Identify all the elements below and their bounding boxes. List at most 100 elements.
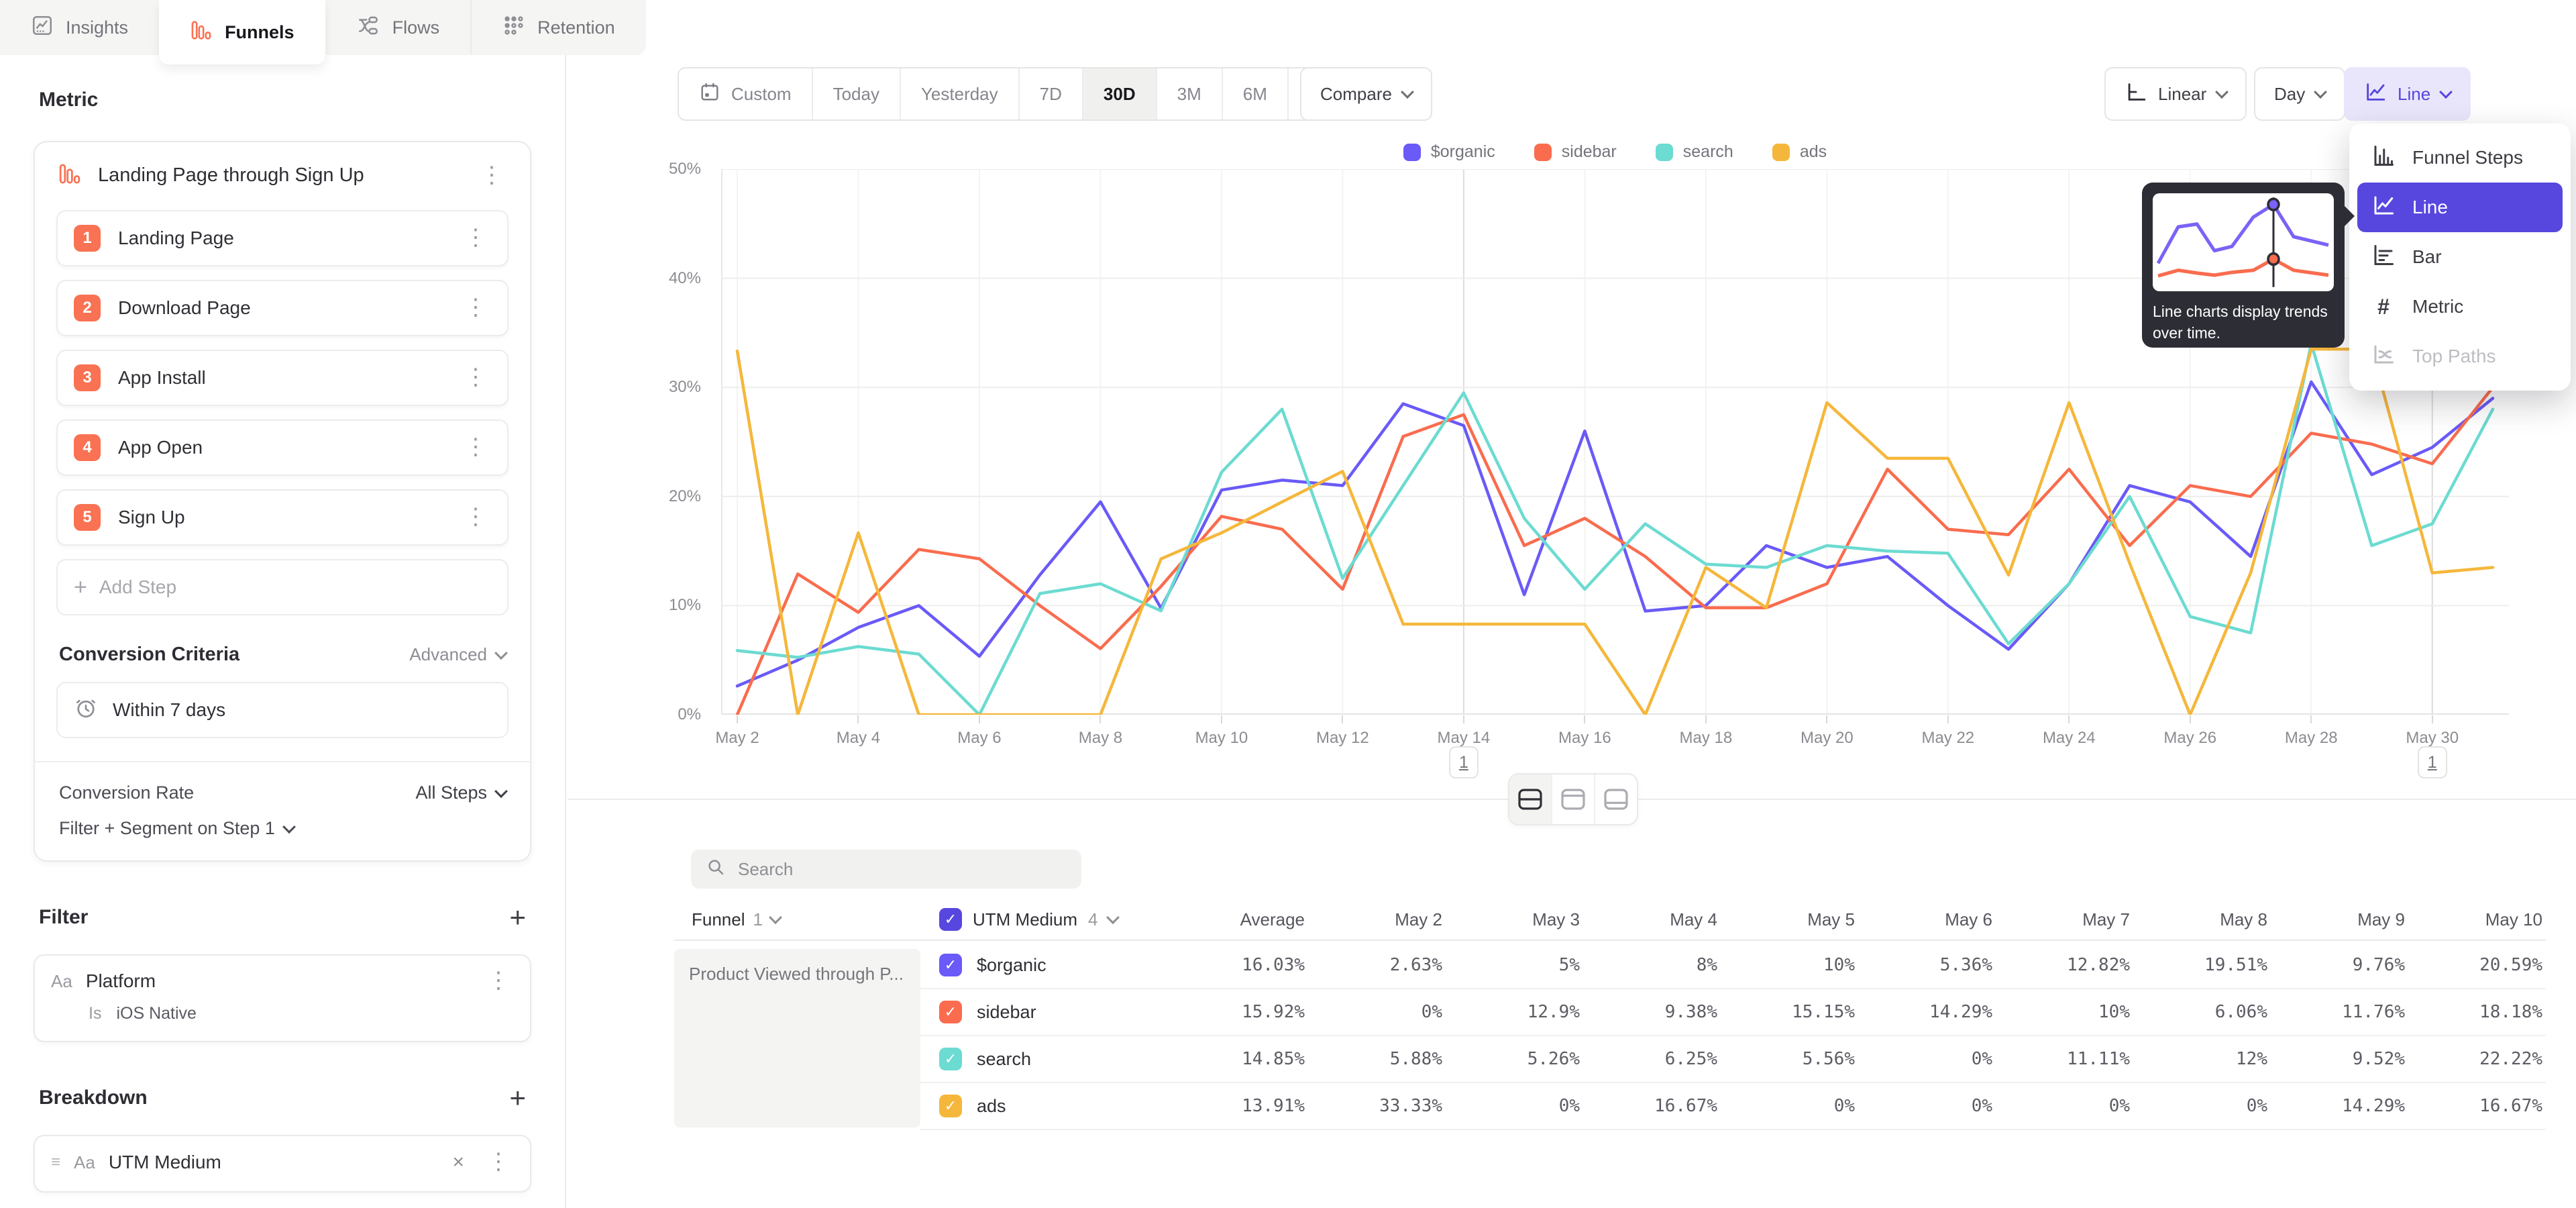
metric-hash-icon: # [2371, 295, 2396, 319]
column-header-may-8[interactable]: May 8 [2130, 909, 2267, 930]
drag-handle-icon[interactable]: ≡ [51, 1153, 60, 1172]
legend-item-ads[interactable]: ads [1772, 142, 1827, 162]
column-header-may-6[interactable]: May 6 [1855, 909, 1992, 930]
tab-funnels[interactable]: Funnels [159, 0, 325, 64]
funnel-step-3[interactable]: 3 App Install ⋮ [56, 350, 508, 406]
split-view-button[interactable] [1509, 774, 1552, 824]
step-label: Sign Up [118, 507, 443, 528]
series-checkbox[interactable]: ✓ [939, 1095, 962, 1117]
column-header-may-2[interactable]: May 2 [1305, 909, 1442, 930]
compare-button[interactable]: Compare [1300, 67, 1432, 121]
table-row-ads[interactable]: ✓ads13.91%33.33%0%16.67%0%0%0%0%14.29%16… [920, 1083, 2546, 1130]
filter-segment-dropdown[interactable]: Filter + Segment on Step 1 [35, 806, 530, 860]
line-chart-icon [2364, 81, 2387, 108]
breakdown-kebab-icon[interactable]: ⋮ [483, 1153, 514, 1171]
x-axis-tick [1099, 715, 1101, 723]
interval-label: Day [2274, 84, 2305, 105]
chevron-down-icon [1401, 85, 1414, 99]
retention-icon [502, 14, 525, 42]
range-today[interactable]: Today [813, 68, 901, 119]
series-checkbox[interactable]: ✓ [939, 1001, 962, 1023]
step-kebab-icon[interactable]: ⋮ [460, 229, 491, 247]
interval-button[interactable]: Day [2254, 67, 2345, 121]
value-cell: 13.91% [1164, 1096, 1305, 1116]
menu-item-line[interactable]: Line [2357, 183, 2563, 232]
filter-property-row[interactable]: Aa Platform ⋮ [51, 970, 514, 992]
filter-kebab-icon[interactable]: ⋮ [483, 972, 514, 990]
annotation-badge[interactable]: 1 [1449, 746, 1479, 778]
x-axis-label: May 30 [2385, 729, 2479, 748]
table-only-view-button[interactable] [1595, 774, 1637, 824]
advanced-dropdown[interactable]: Advanced [409, 644, 506, 665]
menu-item-top-paths[interactable]: Top Paths [2357, 332, 2563, 381]
table-row-group[interactable]: Product Viewed through P... [674, 949, 920, 1127]
step-kebab-icon[interactable]: ⋮ [460, 438, 491, 456]
chevron-down-icon [2439, 85, 2453, 99]
funnel-step-2[interactable]: 2 Download Page ⋮ [56, 280, 508, 336]
table-search-input[interactable]: Search [691, 850, 1081, 889]
column-header-may-9[interactable]: May 9 [2267, 909, 2405, 930]
step-kebab-icon[interactable]: ⋮ [460, 368, 491, 387]
add-filter-button[interactable]: + [509, 903, 526, 932]
table-row-organic[interactable]: ✓$organic16.03%2.63%5%8%10%5.36%12.82%19… [920, 942, 2546, 989]
range-7d[interactable]: 7D [1020, 68, 1083, 119]
breakdown-checkbox[interactable]: ✓ [939, 908, 962, 931]
table-row-sidebar[interactable]: ✓sidebar15.92%0%12.9%9.38%15.15%14.29%10… [920, 989, 2546, 1036]
series-checkbox[interactable]: ✓ [939, 954, 962, 976]
tab-retention[interactable]: Retention [470, 0, 646, 55]
series-search [737, 344, 2493, 715]
menu-item-metric[interactable]: # Metric [2357, 282, 2563, 332]
add-breakdown-button[interactable]: + [509, 1084, 526, 1112]
table-header: Funnel 1 ✓ UTM Medium 4 AverageMay 2May … [674, 899, 2546, 941]
step-kebab-icon[interactable]: ⋮ [460, 508, 491, 526]
x-axis-label: May 20 [1780, 729, 1874, 748]
conversion-window[interactable]: Within 7 days [56, 682, 508, 738]
remove-breakdown-icon[interactable]: × [447, 1151, 470, 1174]
column-header-may-4[interactable]: May 4 [1580, 909, 1717, 930]
scale-button[interactable]: Linear [2104, 67, 2247, 121]
value-cell: 0% [1717, 1096, 1855, 1116]
breakdown-select[interactable]: ✓ UTM Medium 4 [920, 908, 1164, 931]
column-header-may-3[interactable]: May 3 [1442, 909, 1580, 930]
annotation-badge[interactable]: 1 [2418, 746, 2447, 778]
funnel-step-5[interactable]: 5 Sign Up ⋮ [56, 489, 508, 546]
search-icon [706, 857, 726, 882]
breakdown-property-row[interactable]: ≡ Aa UTM Medium × ⋮ [51, 1151, 514, 1174]
chart-only-view-button[interactable] [1552, 774, 1595, 824]
metric-kebab-icon[interactable]: ⋮ [476, 166, 507, 185]
tab-flows[interactable]: Flows [325, 0, 471, 55]
funnel-step-4[interactable]: 4 App Open ⋮ [56, 419, 508, 476]
chart-type-menu: Funnel Steps Line Bar # Metric Top Paths [2349, 123, 2571, 391]
range-custom[interactable]: Custom [679, 68, 813, 119]
filter-condition[interactable]: Is iOS Native [89, 1004, 514, 1023]
table-body: Product Viewed through P... ✓$organic16.… [674, 942, 2546, 1130]
funnel-select[interactable]: Funnel 1 [674, 909, 920, 930]
add-step-button[interactable]: + Add Step [56, 559, 508, 615]
menu-item-funnel-steps[interactable]: Funnel Steps [2357, 133, 2563, 183]
column-header-may-7[interactable]: May 7 [1992, 909, 2130, 930]
range-yesterday[interactable]: Yesterday [901, 68, 1020, 119]
column-header-average[interactable]: Average [1164, 909, 1305, 930]
x-axis-tick [857, 715, 859, 723]
legend-item-sidebar[interactable]: sidebar [1534, 142, 1617, 162]
table-row-search[interactable]: ✓search14.85%5.88%5.26%6.25%5.56%0%11.11… [920, 1036, 2546, 1083]
series-checkbox[interactable]: ✓ [939, 1048, 962, 1070]
step-kebab-icon[interactable]: ⋮ [460, 299, 491, 317]
chart-type-button[interactable]: Line [2344, 67, 2471, 121]
menu-item-bar[interactable]: Bar [2357, 232, 2563, 282]
conversion-rate-steps-dropdown[interactable]: All Steps [415, 783, 506, 803]
range-6m[interactable]: 6M [1223, 68, 1289, 119]
tab-insights[interactable]: Insights [0, 0, 159, 55]
value-cell: 5.56% [1717, 1049, 1855, 1069]
tab-label: Flows [392, 17, 440, 38]
column-header-may-5[interactable]: May 5 [1717, 909, 1855, 930]
range-3m[interactable]: 3M [1157, 68, 1223, 119]
column-header-may-10[interactable]: May 10 [2405, 909, 2542, 930]
legend-item-search[interactable]: search [1656, 142, 1733, 162]
x-axis-label: May 18 [1659, 729, 1753, 748]
metric-title-row[interactable]: Landing Page through Sign Up ⋮ [35, 142, 530, 197]
legend-item-organic[interactable]: $organic [1403, 142, 1495, 162]
range-30d[interactable]: 30D [1083, 68, 1157, 119]
funnel-step-1[interactable]: 1 Landing Page ⋮ [56, 210, 508, 266]
breakdown-heading: Breakdown [39, 1087, 148, 1109]
